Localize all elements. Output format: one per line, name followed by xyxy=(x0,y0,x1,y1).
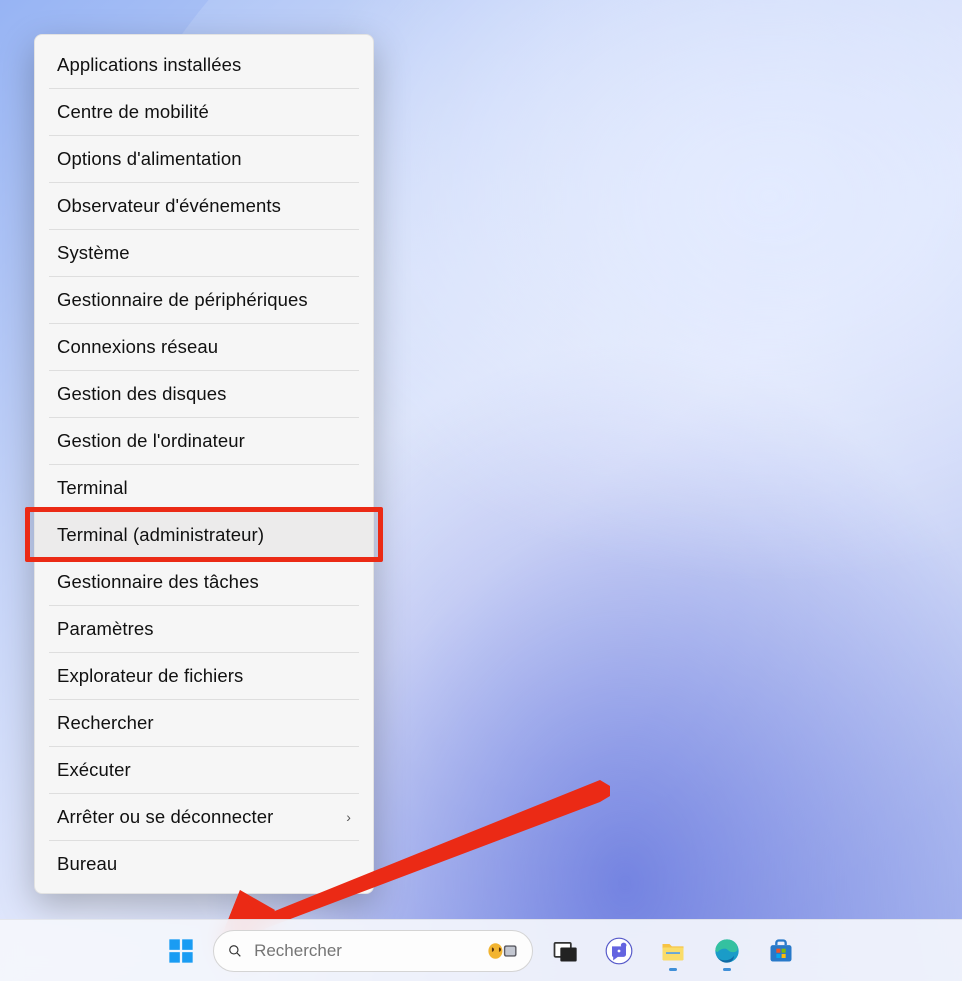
store-icon xyxy=(767,937,795,965)
menu-item-settings[interactable]: Paramètres xyxy=(35,605,373,652)
taskbar-search-box[interactable] xyxy=(213,930,533,972)
open-indicator xyxy=(669,968,677,971)
chat-button[interactable] xyxy=(597,929,641,973)
menu-item-disk-mgmt[interactable]: Gestion des disques xyxy=(35,370,373,417)
file-explorer-button[interactable] xyxy=(651,929,695,973)
menu-item-event-viewer[interactable]: Observateur d'événements xyxy=(35,182,373,229)
microsoft-store-button[interactable] xyxy=(759,929,803,973)
chevron-right-icon: › xyxy=(346,809,351,825)
menu-item-label: Arrêter ou se déconnecter xyxy=(57,806,273,828)
menu-item-run[interactable]: Exécuter xyxy=(35,746,373,793)
menu-item-shutdown[interactable]: Arrêter ou se déconnecter › xyxy=(35,793,373,840)
menu-item-label: Rechercher xyxy=(57,712,154,734)
taskbar-center-group xyxy=(159,929,803,973)
task-view-icon xyxy=(551,937,579,965)
search-widget-icon xyxy=(487,937,518,965)
windows-icon xyxy=(167,937,195,965)
menu-item-computer-mgmt[interactable]: Gestion de l'ordinateur xyxy=(35,417,373,464)
menu-item-label: Terminal (administrateur) xyxy=(57,524,264,546)
menu-item-label: Gestionnaire de périphériques xyxy=(57,289,308,311)
open-indicator xyxy=(723,968,731,971)
menu-item-file-explorer[interactable]: Explorateur de fichiers xyxy=(35,652,373,699)
menu-item-desktop[interactable]: Bureau xyxy=(35,840,373,887)
menu-item-terminal-admin[interactable]: Terminal (administrateur) xyxy=(35,511,373,558)
menu-item-label: Centre de mobilité xyxy=(57,101,209,123)
search-input[interactable] xyxy=(254,941,475,961)
folder-icon xyxy=(659,937,687,965)
menu-item-label: Options d'alimentation xyxy=(57,148,242,170)
menu-item-label: Explorateur de fichiers xyxy=(57,665,243,687)
search-icon xyxy=(228,941,242,961)
menu-item-label: Applications installées xyxy=(57,54,241,76)
menu-item-label: Gestionnaire des tâches xyxy=(57,571,259,593)
menu-item-label: Gestion de l'ordinateur xyxy=(57,430,245,452)
menu-item-label: Bureau xyxy=(57,853,117,875)
menu-item-label: Exécuter xyxy=(57,759,131,781)
menu-item-system[interactable]: Système xyxy=(35,229,373,276)
menu-item-mobility-center[interactable]: Centre de mobilité xyxy=(35,88,373,135)
menu-item-device-manager[interactable]: Gestionnaire de périphériques xyxy=(35,276,373,323)
menu-item-terminal[interactable]: Terminal xyxy=(35,464,373,511)
edge-icon xyxy=(713,937,741,965)
start-button[interactable] xyxy=(159,929,203,973)
menu-item-label: Gestion des disques xyxy=(57,383,227,405)
taskbar xyxy=(0,919,962,981)
task-view-button[interactable] xyxy=(543,929,587,973)
menu-item-label: Système xyxy=(57,242,130,264)
chat-icon xyxy=(605,937,633,965)
menu-item-network-conns[interactable]: Connexions réseau xyxy=(35,323,373,370)
menu-item-label: Observateur d'événements xyxy=(57,195,281,217)
menu-item-label: Paramètres xyxy=(57,618,154,640)
menu-item-power-options[interactable]: Options d'alimentation xyxy=(35,135,373,182)
menu-item-installed-apps[interactable]: Applications installées xyxy=(35,41,373,88)
menu-item-label: Connexions réseau xyxy=(57,336,218,358)
menu-item-search[interactable]: Rechercher xyxy=(35,699,373,746)
edge-browser-button[interactable] xyxy=(705,929,749,973)
menu-item-label: Terminal xyxy=(57,477,128,499)
winx-context-menu: Applications installées Centre de mobilit… xyxy=(34,34,374,894)
menu-item-task-manager[interactable]: Gestionnaire des tâches xyxy=(35,558,373,605)
